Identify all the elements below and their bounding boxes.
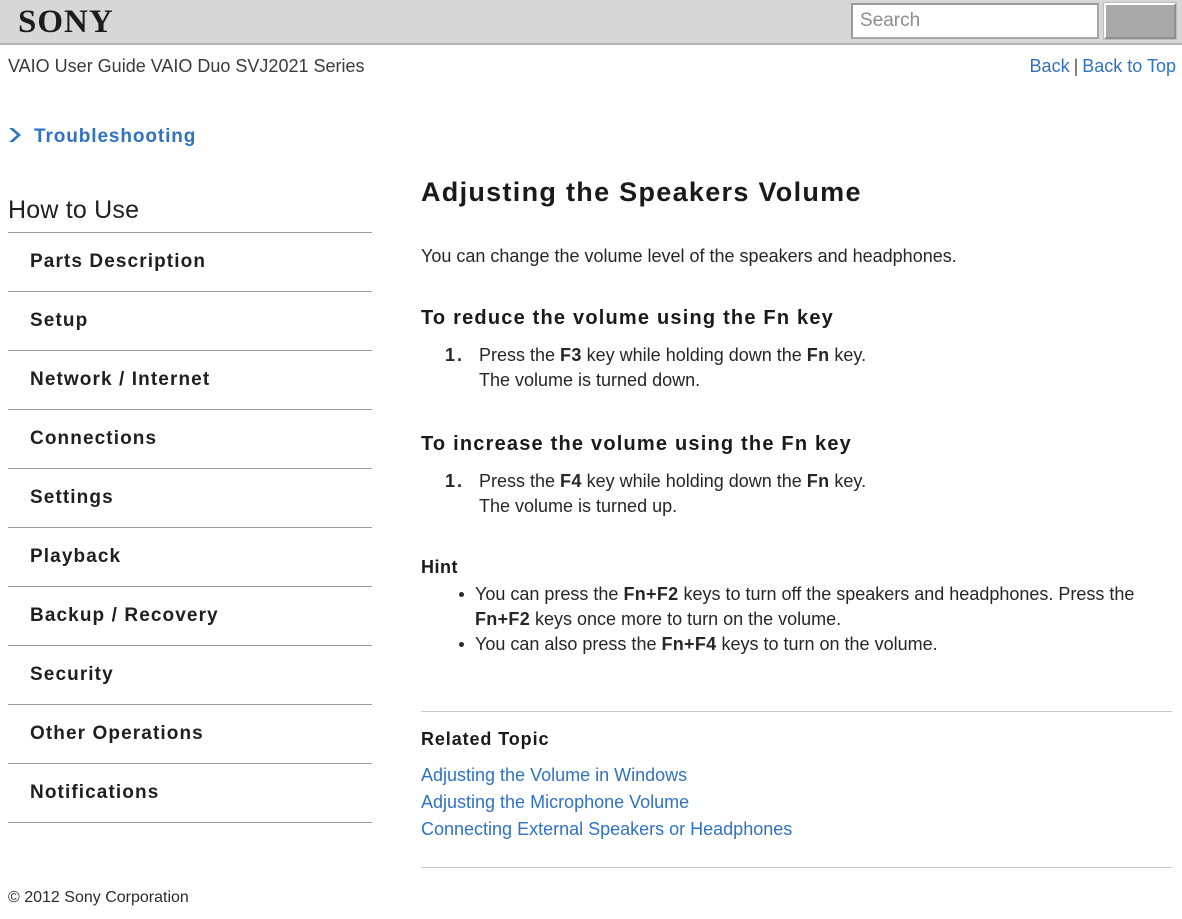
hint-text-middle: keys to turn off the speakers and headph… bbox=[678, 584, 1135, 604]
key-f4: F4 bbox=[560, 471, 582, 491]
sidebar-item-network-internet[interactable]: Network / Internet bbox=[8, 351, 372, 410]
chevron-right-icon bbox=[8, 127, 26, 148]
sidebar-item-label: Network / Internet bbox=[30, 369, 211, 390]
step-text-middle: key while holding down the bbox=[581, 345, 807, 365]
top-navigation: Back | Back to Top bbox=[1030, 56, 1176, 77]
sidebar-item-backup-recovery[interactable]: Backup / Recovery bbox=[8, 587, 372, 646]
related-topic-links: Adjusting the Volume in Windows Adjustin… bbox=[421, 762, 1173, 843]
list-item: You can also press the Fn+F4 keys to tur… bbox=[459, 632, 1173, 657]
hint-list: You can press the Fn+F2 keys to turn off… bbox=[421, 582, 1173, 657]
search-input[interactable] bbox=[851, 3, 1099, 39]
hint-text-before: You can also press the bbox=[475, 634, 662, 654]
sidebar-item-security[interactable]: Security bbox=[8, 646, 372, 705]
sidebar-item-label: Settings bbox=[30, 487, 114, 508]
header-bar: SONY bbox=[0, 0, 1182, 45]
increase-volume-heading: To increase the volume using the Fn key bbox=[421, 433, 852, 455]
sidebar-item-setup[interactable]: Setup bbox=[8, 292, 372, 351]
key-fn: Fn bbox=[806, 345, 830, 365]
step-text-after: key. bbox=[829, 471, 867, 491]
related-link-adjusting-microphone-volume[interactable]: Adjusting the Microphone Volume bbox=[421, 789, 1173, 816]
list-item: 1. Press the F4 key while holding down th… bbox=[421, 469, 1173, 519]
related-topic-heading: Related Topic bbox=[421, 729, 550, 749]
step-text-middle: key while holding down the bbox=[581, 471, 807, 491]
reduce-volume-heading: To reduce the volume using the Fn key bbox=[421, 307, 834, 329]
step-text-before: Press the bbox=[479, 471, 561, 491]
article-heading: Adjusting the Speakers Volume bbox=[421, 177, 862, 207]
sidebar-item-label: Notifications bbox=[30, 782, 160, 803]
sidebar-item-label: Other Operations bbox=[30, 723, 204, 744]
sidebar-item-connections[interactable]: Connections bbox=[8, 410, 372, 469]
sidebar-item-label: Setup bbox=[30, 310, 89, 331]
sidebar-item-other-operations[interactable]: Other Operations bbox=[8, 705, 372, 764]
related-link-connecting-external-speakers[interactable]: Connecting External Speakers or Headphon… bbox=[421, 816, 1173, 843]
sidebar-section-heading: How to Use bbox=[8, 196, 372, 233]
step-result: The volume is turned up. bbox=[479, 496, 678, 516]
related-topic-bottom-divider bbox=[421, 867, 1172, 868]
step-result: The volume is turned down. bbox=[479, 370, 701, 390]
search-submit-button[interactable] bbox=[1103, 2, 1177, 40]
main-content: Adjusting the Speakers Volume You can ch… bbox=[421, 120, 1173, 868]
sidebar-item-label: Connections bbox=[30, 428, 158, 449]
hint-text-after: keys once more to turn on the volume. bbox=[530, 609, 842, 629]
step-text-before: Press the bbox=[479, 345, 561, 365]
sidebar-item-label: Backup / Recovery bbox=[30, 605, 219, 626]
increase-volume-steps: 1. Press the F4 key while holding down th… bbox=[421, 469, 1173, 519]
key-fn: Fn bbox=[806, 471, 830, 491]
sidebar-item-troubleshooting[interactable]: Troubleshooting bbox=[8, 120, 390, 154]
back-to-top-link[interactable]: Back to Top bbox=[1082, 56, 1176, 76]
step-number: 1. bbox=[445, 345, 465, 365]
sidebar-item-label: Troubleshooting bbox=[34, 126, 197, 147]
sony-logo: SONY bbox=[18, 4, 114, 40]
list-item: 1. Press the F3 key while holding down th… bbox=[421, 343, 1173, 393]
key-fn-f2: Fn+F2 bbox=[475, 609, 531, 629]
back-link[interactable]: Back bbox=[1030, 56, 1070, 76]
title-row: VAIO User Guide VAIO Duo SVJ2021 Series … bbox=[0, 47, 1182, 97]
footer-copyright: © 2012 Sony Corporation bbox=[8, 889, 189, 906]
hint-heading: Hint bbox=[421, 557, 458, 577]
sidebar-item-label: Playback bbox=[30, 546, 122, 567]
related-link-adjusting-volume-windows[interactable]: Adjusting the Volume in Windows bbox=[421, 762, 1173, 789]
sidebar-item-notifications[interactable]: Notifications bbox=[8, 764, 372, 823]
sidebar-item-parts-description[interactable]: Parts Description bbox=[8, 233, 372, 292]
hint-text-before: You can press the bbox=[475, 584, 624, 604]
key-f3: F3 bbox=[560, 345, 582, 365]
page-title: VAIO User Guide VAIO Duo SVJ2021 Series bbox=[8, 56, 365, 76]
search-area bbox=[851, 2, 1177, 40]
key-fn-f2: Fn+F2 bbox=[623, 584, 679, 604]
step-text-after: key. bbox=[829, 345, 867, 365]
list-item: You can press the Fn+F2 keys to turn off… bbox=[459, 582, 1173, 632]
sidebar-item-settings[interactable]: Settings bbox=[8, 469, 372, 528]
sidebar-item-playback[interactable]: Playback bbox=[8, 528, 372, 587]
key-fn-f4: Fn+F4 bbox=[661, 634, 717, 654]
nav-separator: | bbox=[1073, 56, 1079, 76]
sidebar: Troubleshooting How to Use Parts Descrip… bbox=[0, 120, 390, 823]
hint-text-after: keys to turn on the volume. bbox=[716, 634, 938, 654]
sidebar-item-label: Security bbox=[30, 664, 114, 685]
related-topic-top-divider bbox=[421, 711, 1172, 712]
reduce-volume-steps: 1. Press the F3 key while holding down th… bbox=[421, 343, 1173, 393]
article-intro: You can change the volume level of the s… bbox=[421, 246, 957, 266]
sidebar-item-label: Parts Description bbox=[30, 251, 207, 272]
step-number: 1. bbox=[445, 471, 465, 491]
